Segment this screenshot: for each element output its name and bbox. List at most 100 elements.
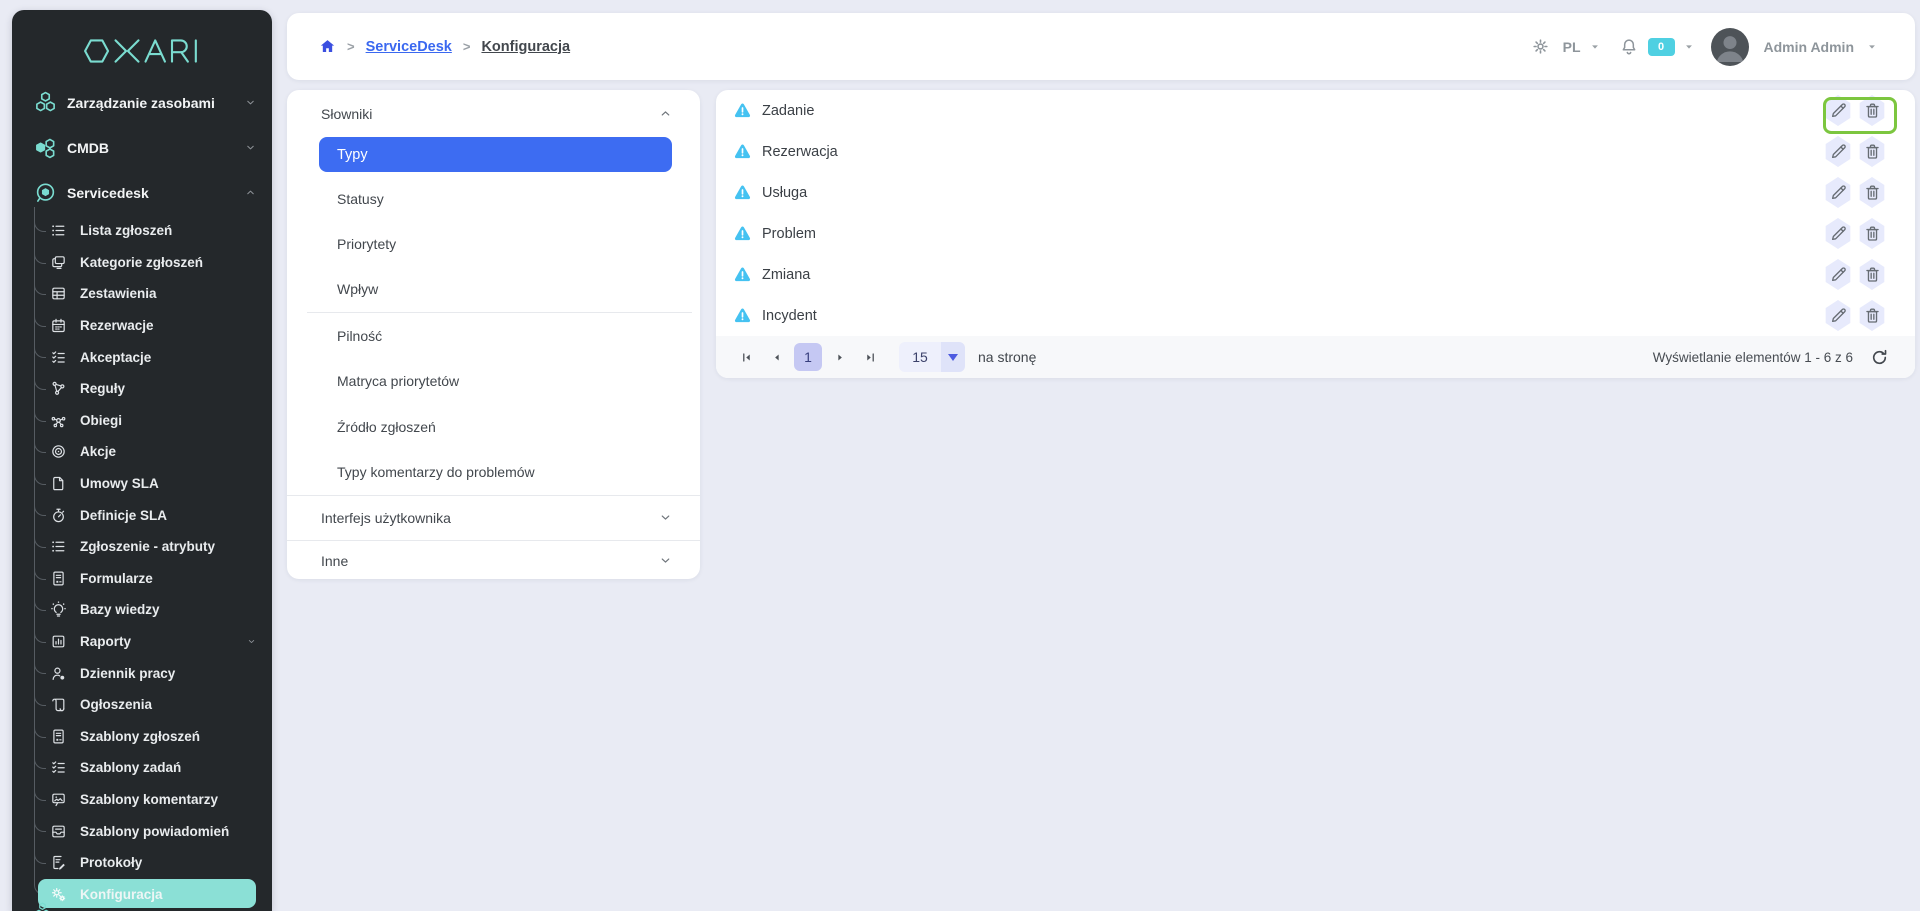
sidebar-item[interactable]: Reguły	[12, 373, 272, 405]
chevron-down-icon	[659, 511, 672, 524]
chevron-down-icon[interactable]	[1590, 42, 1600, 52]
config-section-header[interactable]: Interfejs użytkownika	[287, 496, 700, 540]
user-menu[interactable]: Admin Admin	[1764, 39, 1854, 55]
checklist-icon	[50, 759, 67, 776]
gear-icon[interactable]	[1531, 37, 1550, 56]
edit-button[interactable]	[1821, 258, 1855, 292]
list-icon	[50, 222, 67, 239]
sidebar-item-label: Akceptacje	[80, 350, 151, 365]
sidebar-item[interactable]: Dziennik pracy	[12, 657, 272, 689]
sidebar-item[interactable]: Umowy SLA	[12, 468, 272, 500]
checklist-icon	[50, 349, 67, 366]
current-page-button[interactable]: 1	[794, 343, 822, 371]
sidebar-section-1[interactable]: Zarządzanie zasobami	[12, 80, 272, 125]
sidebar-item[interactable]: Lista zgłoszeń	[12, 215, 272, 247]
chevron-up-icon	[659, 107, 672, 120]
sidebar-item-label: Szablony komentarzy	[80, 792, 218, 807]
page-size-select[interactable]: 15	[899, 342, 965, 372]
workflow-icon	[50, 412, 67, 429]
sidebar-item[interactable]: Szablony powiadomień	[12, 815, 272, 847]
sidebar-item[interactable]: Szablony zgłoszeń	[12, 721, 272, 753]
config-item[interactable]: Statusy	[287, 176, 700, 221]
refresh-icon[interactable]	[1870, 348, 1889, 367]
first-page-button[interactable]	[734, 345, 758, 369]
sidebar-section-2[interactable]: CMDB	[12, 125, 272, 170]
config-section-label: Inne	[321, 553, 348, 569]
page-size-suffix: na stronę	[978, 349, 1036, 365]
sidebar-item-label: Rezerwacje	[80, 318, 154, 333]
chevron-down-icon[interactable]	[1867, 42, 1877, 52]
config-item[interactable]: Pilność	[287, 313, 700, 358]
sidebar-item[interactable]: Szablony komentarzy	[12, 784, 272, 816]
sidebar-item[interactable]: Definicje SLA	[12, 499, 272, 531]
sidebar-item-label: Formularze	[80, 571, 153, 586]
language-selector[interactable]: PL	[1563, 39, 1581, 55]
sidebar-item[interactable]: Raporty	[12, 626, 272, 658]
type-row-label: Problem	[762, 226, 816, 242]
delete-button[interactable]	[1855, 299, 1889, 333]
sidebar-item-label: Raporty	[80, 634, 131, 649]
last-page-button[interactable]	[858, 345, 882, 369]
sidebar-item-label: Konfiguracja	[80, 887, 163, 902]
config-item[interactable]: Źródło zgłoszeń	[287, 404, 700, 449]
config-section-label: Słowniki	[321, 106, 372, 122]
sidebar-item[interactable]: Rezerwacje	[12, 310, 272, 342]
sidebar-item[interactable]: Obiegi	[12, 405, 272, 437]
next-page-button[interactable]	[828, 345, 852, 369]
config-item[interactable]: Wpływ	[287, 267, 700, 312]
edit-button[interactable]	[1821, 135, 1855, 169]
pencil-icon	[1829, 183, 1848, 202]
form-icon	[50, 728, 67, 745]
config-item[interactable]: Matryca priorytetów	[287, 359, 700, 404]
delete-button[interactable]	[1855, 258, 1889, 292]
edit-button[interactable]	[1821, 176, 1855, 210]
chevron-down-icon[interactable]	[1684, 42, 1694, 52]
prev-page-button[interactable]	[764, 345, 788, 369]
partial-bottom-menu-icon	[34, 902, 51, 911]
delete-button[interactable]	[1855, 176, 1889, 210]
sidebar-item-active[interactable]: Konfiguracja	[12, 878, 272, 910]
breadcrumb-current[interactable]: Konfiguracja	[481, 39, 570, 55]
sidebar-item[interactable]: Formularze	[12, 563, 272, 595]
sidebar-item[interactable]: Akceptacje	[12, 341, 272, 373]
sidebar-item[interactable]: Zestawienia	[12, 278, 272, 310]
table-row: Problem	[716, 213, 1915, 254]
types-rows: ZadanieRezerwacjaUsługaProblemZmianaIncy…	[716, 90, 1915, 336]
config-section-header[interactable]: Inne	[287, 541, 700, 581]
table-icon	[50, 285, 67, 302]
delete-button[interactable]	[1855, 94, 1889, 128]
sidebar-item[interactable]: Szablony zadań	[12, 752, 272, 784]
config-section-header[interactable]: Słowniki	[287, 90, 700, 137]
chevron-down-icon	[245, 142, 256, 153]
breadcrumb-link-servicedesk[interactable]: ServiceDesk	[366, 39, 452, 55]
row-actions	[1821, 176, 1889, 210]
avatar[interactable]	[1711, 28, 1749, 66]
sidebar-item[interactable]: Protokoły	[12, 847, 272, 879]
delete-button[interactable]	[1855, 135, 1889, 169]
protocol-pen-icon	[50, 854, 67, 871]
bell-icon[interactable]	[1619, 37, 1639, 57]
sidebar-section-label: Servicedesk	[67, 185, 235, 201]
sidebar-item[interactable]: Ogłoszenia	[12, 689, 272, 721]
config-item[interactable]: Typy komentarzy do problemów	[287, 449, 700, 494]
sidebar-item[interactable]: Zgłoszenie - atrybuty	[12, 531, 272, 563]
config-item[interactable]: Priorytety	[287, 221, 700, 266]
breadcrumb: > ServiceDesk > Konfiguracja	[319, 38, 570, 55]
type-row-label: Usługa	[762, 185, 807, 201]
home-icon[interactable]	[319, 38, 336, 55]
stopwatch-icon	[50, 507, 67, 524]
select-caret-icon	[941, 342, 965, 372]
edit-button[interactable]	[1821, 94, 1855, 128]
sidebar-section-label: CMDB	[67, 140, 235, 156]
oxari-logo-icon	[79, 36, 205, 66]
sidebar-item[interactable]: Kategorie zgłoszeń	[12, 247, 272, 279]
sidebar-item-label: Definicje SLA	[80, 508, 167, 523]
sidebar-item-label: Zgłoszenie - atrybuty	[80, 539, 215, 554]
edit-button[interactable]	[1821, 299, 1855, 333]
edit-button[interactable]	[1821, 217, 1855, 251]
sidebar-section-3[interactable]: Servicedesk	[12, 170, 272, 215]
config-item-active[interactable]: Typy	[319, 137, 672, 172]
delete-button[interactable]	[1855, 217, 1889, 251]
sidebar-item[interactable]: Bazy wiedzy	[12, 594, 272, 626]
sidebar-item[interactable]: Akcje	[12, 436, 272, 468]
